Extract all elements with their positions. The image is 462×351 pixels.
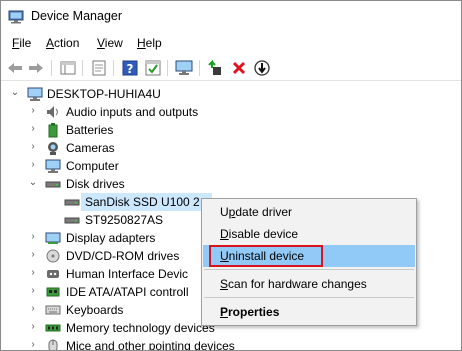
- disk-drive-icon: [64, 217, 80, 224]
- expand-chevron-icon[interactable]: ›: [28, 232, 38, 242]
- keyboard-icon: [45, 305, 61, 315]
- expand-chevron-icon[interactable]: ›: [28, 106, 38, 116]
- tree-item-audio[interactable]: › Audio inputs and outputs: [1, 103, 461, 121]
- toolbar-separator: [113, 60, 114, 76]
- tree-item-label: IDE ATA/ATAPI controll: [66, 285, 189, 299]
- tree-item-label: Audio inputs and outputs: [66, 105, 199, 119]
- menu-help[interactable]: Help: [137, 36, 162, 50]
- forward-icon[interactable]: [27, 59, 45, 77]
- collapse-chevron-icon[interactable]: ⌄: [10, 88, 20, 98]
- menu-view[interactable]: View: [97, 36, 123, 50]
- dvd-drive-icon: [46, 249, 60, 263]
- title-bar: Device Manager: [1, 1, 461, 33]
- tree-item-label: Human Interface Devic: [66, 267, 189, 281]
- context-menu: Update driver Disable device Uninstall d…: [201, 198, 417, 326]
- toolbar-separator: [199, 60, 200, 76]
- toolbar: ?: [1, 55, 461, 81]
- speaker-icon: [47, 106, 58, 118]
- expand-chevron-icon[interactable]: ›: [28, 322, 38, 332]
- tree-item-computer[interactable]: › Computer: [1, 157, 461, 175]
- toolbar-separator: [51, 60, 52, 76]
- menu-item-uninstall-device[interactable]: Uninstall device: [203, 245, 415, 267]
- toolbar-separator: [167, 60, 168, 76]
- menu-item-disable-device[interactable]: Disable device: [203, 223, 415, 245]
- expand-chevron-icon[interactable]: ›: [28, 268, 38, 278]
- menu-bar: File Action View Help: [1, 34, 461, 54]
- tree-item-label: Mice and other pointing devices: [66, 339, 235, 351]
- hid-icon: [47, 270, 59, 278]
- expand-chevron-icon[interactable]: ›: [28, 304, 38, 314]
- tree-item-batteries[interactable]: › Batteries: [1, 121, 461, 139]
- back-icon[interactable]: [6, 59, 24, 77]
- collapse-chevron-icon[interactable]: ⌄: [28, 178, 38, 188]
- tree-item-label: DVD/CD-ROM drives: [66, 249, 180, 263]
- camera-icon: [48, 142, 58, 155]
- expand-chevron-icon[interactable]: ›: [28, 340, 38, 350]
- expand-chevron-icon[interactable]: ›: [28, 142, 38, 152]
- menu-item-update-driver[interactable]: Update driver: [203, 201, 415, 223]
- tree-item-label: Keyboards: [66, 303, 124, 317]
- action-pane-icon[interactable]: [144, 59, 162, 77]
- expand-chevron-icon[interactable]: ›: [28, 250, 38, 260]
- tree-root-label: DESKTOP-HUHIA4U: [47, 87, 161, 101]
- ide-controller-icon: [46, 287, 60, 297]
- tree-item-label: SanDisk SSD U100 2: [85, 195, 200, 209]
- memory-icon: [45, 324, 61, 332]
- tree-item-disk-drives[interactable]: ⌄ Disk drives: [1, 175, 461, 193]
- tree-root[interactable]: ⌄ DESKTOP-HUHIA4U: [1, 85, 461, 103]
- window-title: Device Manager: [31, 9, 123, 23]
- menu-item-scan-hardware[interactable]: Scan for hardware changes: [203, 273, 415, 295]
- disk-drive-icon: [64, 199, 80, 206]
- help-icon[interactable]: ?: [121, 59, 139, 77]
- tree-item-mice[interactable]: › Mice and other pointing devices: [1, 337, 461, 351]
- menu-action[interactable]: Action: [46, 36, 79, 50]
- tree-item-label: Computer: [66, 159, 119, 173]
- expand-chevron-icon[interactable]: ›: [28, 286, 38, 296]
- menu-file[interactable]: File: [12, 36, 31, 50]
- display-adapter-icon: [45, 232, 61, 244]
- battery-icon: [48, 123, 58, 138]
- tree-item-label: ST9250827AS: [85, 213, 164, 227]
- tree-item-label: Batteries: [66, 123, 114, 137]
- computer-icon: [27, 87, 43, 101]
- device-manager-icon: [8, 10, 24, 24]
- device-manager-window: Device Manager File Action View Help ? ⌄…: [0, 0, 462, 351]
- scan-hardware-icon[interactable]: [253, 59, 271, 77]
- properties-icon[interactable]: [90, 59, 108, 77]
- disk-drive-icon: [45, 181, 61, 188]
- tree-item-cameras[interactable]: › Cameras: [1, 139, 461, 157]
- menu-item-properties[interactable]: Properties: [203, 301, 415, 323]
- tree-item-label: Memory technology devices: [66, 321, 215, 335]
- expand-chevron-icon[interactable]: ›: [28, 160, 38, 170]
- uninstall-icon[interactable]: [230, 59, 248, 77]
- mouse-icon: [48, 339, 58, 350]
- svg-text:?: ?: [127, 62, 134, 76]
- monitor-icon[interactable]: [175, 59, 193, 77]
- update-driver-icon[interactable]: [207, 59, 225, 77]
- tree-item-label: Disk drives: [66, 177, 125, 191]
- tree-item-label: Cameras: [66, 141, 115, 155]
- toolbar-separator: [82, 60, 83, 76]
- menu-separator: [204, 269, 414, 270]
- show-hide-console-tree-icon[interactable]: [59, 59, 77, 77]
- expand-chevron-icon[interactable]: ›: [28, 124, 38, 134]
- menu-separator: [204, 297, 414, 298]
- tree-item-label: Display adapters: [66, 231, 156, 245]
- computer-icon: [45, 159, 61, 173]
